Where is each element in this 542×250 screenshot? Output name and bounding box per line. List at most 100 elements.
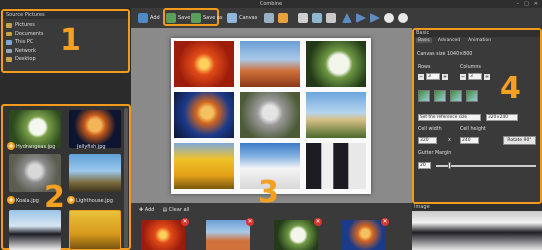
thumb-hydrangeas[interactable]	[9, 110, 61, 148]
add-icon[interactable]: +	[7, 142, 15, 150]
callout-2: 2	[44, 180, 65, 215]
collage-cell-jellyfish[interactable]	[174, 92, 234, 138]
source-pictures-title: Source Pictures	[3, 11, 128, 19]
layout-preset-4[interactable]	[466, 90, 478, 102]
computer-icon	[6, 40, 12, 45]
rows-decrement-button[interactable]: −	[418, 74, 424, 80]
save-icon	[166, 13, 176, 23]
thumb-label: Lighthouse.jpg	[76, 198, 113, 204]
layout-preset-1[interactable]	[418, 90, 430, 102]
next-icon[interactable]	[370, 13, 380, 23]
folder-icon	[6, 23, 12, 28]
times-label: x	[448, 138, 451, 143]
maximize-icon[interactable]: □	[524, 1, 529, 7]
settings-title: Basic	[414, 30, 540, 37]
gutter-slider[interactable]	[436, 165, 536, 167]
main-toolbar: Add Save Save as Canvas	[131, 8, 542, 28]
add-icon[interactable]: +	[67, 196, 75, 204]
cell-width-label: Cell width	[418, 127, 442, 132]
callout-4: 4	[500, 71, 521, 106]
columns-label: Columns	[460, 65, 481, 70]
strip-thumb[interactable]	[341, 220, 385, 250]
layout-preset-2[interactable]	[434, 90, 446, 102]
minimize-icon[interactable]: –	[517, 1, 520, 7]
close-icon[interactable]: ✕	[534, 1, 538, 7]
collage-cell-chrysanthemum[interactable]	[174, 41, 234, 87]
thumb-lighthouse[interactable]	[69, 154, 121, 192]
thumb-penguins[interactable]	[9, 210, 61, 250]
size-select[interactable]: 320×240	[486, 114, 518, 121]
callout-1: 1	[60, 23, 81, 58]
thumb-label: Hydrangeas.jpg	[16, 144, 56, 150]
email-icon[interactable]	[278, 13, 288, 23]
settings-tabs: Basic Advanced Animation	[414, 37, 540, 44]
columns-increment-button[interactable]: +	[484, 74, 490, 80]
gutter-margin-label: Gutter Margin	[418, 151, 452, 156]
canvas-size-label: Canvas size 1040×800	[417, 52, 473, 57]
strip-add-button[interactable]: ✚ Add	[139, 207, 154, 213]
cell-height-input[interactable]: 240	[460, 137, 479, 144]
gutter-input[interactable]: 20	[418, 162, 431, 169]
reference-size-select[interactable]: Set the reference size	[418, 114, 481, 121]
play-icon[interactable]	[356, 13, 366, 23]
strip-thumb[interactable]	[141, 220, 185, 250]
collage-cell-tulips[interactable]	[174, 143, 234, 189]
paste-icon[interactable]	[326, 13, 336, 23]
remove-icon[interactable]: ✕	[314, 218, 322, 226]
network-icon	[6, 48, 12, 53]
print-icon[interactable]	[264, 13, 274, 23]
settings-panel: Basic Basic Advanced Animation Canvas si…	[412, 28, 542, 204]
save-as-button[interactable]: Save as	[191, 11, 223, 25]
remove-icon[interactable]: ✕	[181, 218, 189, 226]
strip-toolbar: ✚ Add ▤ Clear all	[131, 203, 412, 217]
save-as-icon	[191, 13, 201, 23]
tab-advanced[interactable]: Advanced	[436, 38, 462, 43]
cut-icon[interactable]	[298, 13, 308, 23]
rotate-button[interactable]: Rotate 90°	[503, 136, 536, 145]
save-button[interactable]: Save	[166, 11, 190, 25]
collage-preview[interactable]	[171, 38, 371, 194]
strip-thumb[interactable]	[274, 220, 318, 250]
remove-icon[interactable]: ✕	[381, 218, 389, 226]
cell-width-input[interactable]: 320	[418, 137, 437, 144]
collage-cell-hydrangeas[interactable]	[306, 41, 366, 87]
thumb-jellyfish[interactable]	[69, 110, 121, 148]
clear-all-button[interactable]: ▤ Clear all	[162, 207, 189, 213]
collage-cell-desert[interactable]	[240, 41, 300, 87]
tab-animation[interactable]: Animation	[466, 38, 493, 43]
triangle-icon[interactable]	[342, 13, 352, 23]
copy-icon[interactable]	[312, 13, 322, 23]
zoom-in-icon[interactable]	[384, 13, 394, 23]
image-panel-title: Image	[412, 204, 542, 211]
columns-input[interactable]: 3	[468, 73, 482, 80]
window-title: Combine	[259, 1, 283, 7]
collage-cell-lighthouse[interactable]	[306, 92, 366, 138]
collage-cell-koala[interactable]	[240, 92, 300, 138]
selected-images-strip: ✚ Add ▤ Clear all ✕ ✕ ✕ ✕	[131, 203, 412, 250]
add-image-icon	[138, 13, 148, 23]
add-icon[interactable]: +	[7, 196, 15, 204]
thumb-tulips[interactable]	[69, 210, 121, 250]
gutter-slider-handle[interactable]	[448, 162, 451, 169]
rows-label: Rows	[418, 65, 431, 70]
zoom-out-icon[interactable]	[398, 13, 408, 23]
collage-cell-penguins[interactable]	[306, 143, 366, 189]
columns-decrement-button[interactable]: −	[460, 74, 466, 80]
thumb-label: Jellyfish.jpg	[77, 144, 106, 150]
thumb-label: Koala.jpg	[16, 198, 39, 204]
remove-icon[interactable]: ✕	[246, 218, 254, 226]
rows-input[interactable]: 3	[426, 73, 440, 80]
canvas-icon	[227, 13, 237, 23]
image-preview	[412, 211, 542, 250]
folder-icon	[6, 31, 12, 36]
strip-thumb[interactable]	[206, 220, 250, 250]
thumbnails-scrollbar[interactable]	[124, 108, 128, 248]
thumbnails-panel: + Hydrangeas.jpg Jellyfish.jpg + Koala.j…	[1, 104, 131, 250]
tab-basic[interactable]: Basic	[416, 38, 432, 43]
rows-increment-button[interactable]: +	[442, 74, 448, 80]
layout-preset-3[interactable]	[450, 90, 462, 102]
add-button[interactable]: Add	[138, 11, 160, 25]
cell-height-label: Cell height	[460, 127, 486, 132]
canvas-button[interactable]: Canvas	[227, 11, 257, 25]
title-bar: Combine – □ ✕	[0, 0, 542, 8]
